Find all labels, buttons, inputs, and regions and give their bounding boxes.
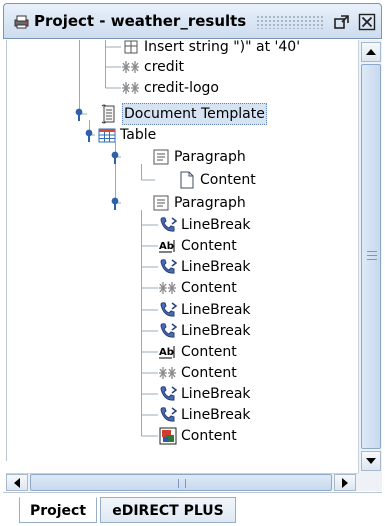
field-icon (124, 40, 138, 54)
tree-node-label: Content (181, 428, 237, 444)
tree-node-content[interactable]: Ab Content (158, 341, 237, 363)
expand-handle[interactable] (109, 150, 121, 164)
tab-project[interactable]: Project (19, 497, 97, 523)
scroll-up-button[interactable] (361, 42, 381, 62)
horizontal-scrollbar[interactable] (6, 473, 358, 491)
tree-node-label: LineBreak (181, 386, 251, 402)
tree-node-linebreak[interactable]: LineBreak (158, 256, 251, 278)
image-icon (159, 427, 177, 445)
window-title: Project - weather_results (34, 12, 247, 30)
project-tree[interactable]: Insert string ")" at '40' credit credit-… (6, 40, 358, 461)
scroll-thumb[interactable] (30, 474, 332, 491)
tree-node-label: credit-logo (144, 80, 219, 96)
text-field-icon: Ab (159, 346, 175, 359)
expand-handle[interactable] (109, 196, 121, 210)
text-field-icon: Ab (159, 240, 175, 253)
tree-node-label: LineBreak (181, 217, 251, 233)
tree-node-label: LineBreak (181, 302, 251, 318)
tree-node-linebreak[interactable]: LineBreak (158, 383, 251, 405)
tree-node-label: Content (181, 280, 237, 296)
arrow-left-icon (14, 478, 20, 488)
scroll-icon (101, 104, 115, 124)
tree-node-label: LineBreak (181, 407, 251, 423)
expand-handle[interactable] (73, 107, 85, 121)
tree-node-table[interactable]: Table (97, 124, 156, 146)
arrow-down-icon (366, 458, 376, 464)
tree-node-content[interactable]: Content (177, 169, 256, 191)
sparkle-icon (122, 61, 139, 73)
tree-node-paragraph[interactable]: Paragraph (151, 146, 246, 168)
title-bar[interactable]: Project - weather_results (3, 3, 382, 39)
tree-node-label: Insert string ")" at '40' (144, 40, 301, 55)
tree-node-linebreak[interactable]: LineBreak (158, 320, 251, 342)
sparkle-icon (122, 82, 139, 94)
close-icon[interactable] (358, 13, 376, 31)
tree-node-label: credit (144, 59, 185, 75)
tab-edirect-plus[interactable]: eDIRECT PLUS (100, 497, 236, 523)
tree-node-content[interactable]: Content (158, 277, 237, 299)
linebreak-icon (160, 407, 178, 422)
page-icon (180, 171, 194, 189)
tree-node[interactable]: credit-logo (121, 77, 219, 99)
title-grip (256, 15, 324, 29)
tree-node-label: Content (181, 365, 237, 381)
expand-handle[interactable] (83, 128, 95, 142)
printer-icon (14, 15, 29, 29)
tree-node-label: Document Template (122, 103, 267, 125)
tree-node-label: Content (181, 344, 237, 360)
sparkle-icon (159, 367, 176, 379)
tree-node-label: LineBreak (181, 323, 251, 339)
tree-node-label: LineBreak (181, 259, 251, 275)
svg-text:Ab: Ab (159, 241, 174, 252)
scroll-down-button[interactable] (361, 451, 381, 471)
scroll-right-button[interactable] (334, 474, 356, 491)
tree-node[interactable]: credit (121, 56, 184, 78)
sparkle-icon (159, 282, 176, 294)
panel-tabs: Project eDIRECT PLUS (3, 492, 382, 526)
tree-node-linebreak[interactable]: LineBreak (158, 404, 251, 426)
linebreak-icon (160, 302, 178, 317)
paragraph-icon (153, 195, 169, 211)
scroll-corner (358, 473, 382, 491)
maximize-icon[interactable] (333, 13, 351, 31)
svg-text:Ab: Ab (159, 347, 174, 358)
table-icon (98, 128, 116, 143)
scroll-thumb[interactable] (361, 64, 381, 449)
linebreak-icon (160, 259, 178, 274)
tree-node-label: Table (120, 127, 157, 143)
tree-node-label: Paragraph (174, 195, 246, 211)
tree-node-label: Content (200, 172, 256, 188)
tree-node-document-template[interactable]: Document Template (99, 103, 267, 125)
tree-node-content[interactable]: Content (158, 362, 237, 384)
linebreak-icon (160, 217, 178, 232)
tree-node-content[interactable]: Ab Content (158, 235, 237, 257)
vertical-scrollbar[interactable] (358, 40, 382, 473)
tree-node-label: Content (181, 238, 237, 254)
tree-node-paragraph[interactable]: Paragraph (151, 192, 246, 214)
tree-node-label: Paragraph (174, 149, 246, 165)
tree-node-content[interactable]: Content (158, 425, 237, 447)
linebreak-icon (160, 386, 178, 401)
arrow-right-icon (342, 478, 348, 488)
project-panel: Project - weather_results Insert string … (0, 0, 385, 526)
tree-node-linebreak[interactable]: LineBreak (158, 214, 251, 236)
scroll-left-button[interactable] (6, 474, 28, 491)
tree-node-linebreak[interactable]: LineBreak (158, 299, 251, 321)
arrow-up-icon (366, 49, 376, 55)
linebreak-icon (160, 323, 178, 338)
paragraph-icon (153, 149, 169, 165)
